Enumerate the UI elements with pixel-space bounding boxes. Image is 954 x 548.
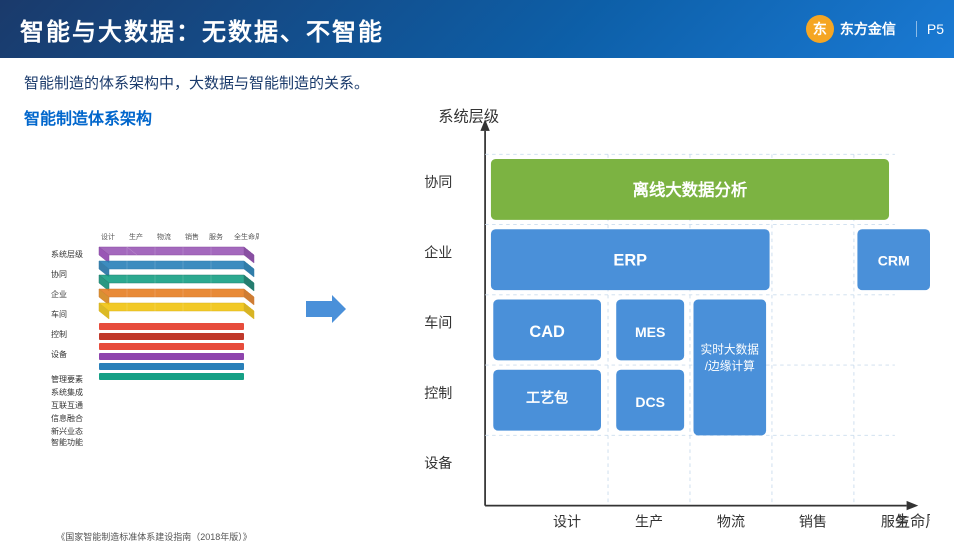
svg-text:服务: 服务 bbox=[881, 514, 909, 530]
svg-text:系统集成: 系统集成 bbox=[51, 387, 83, 397]
svg-text:设备: 设备 bbox=[424, 455, 452, 471]
svg-text:生产: 生产 bbox=[635, 514, 663, 530]
svg-text:离线大数据分析: 离线大数据分析 bbox=[633, 180, 748, 199]
svg-text:协同: 协同 bbox=[51, 269, 67, 279]
svg-text:销售: 销售 bbox=[799, 514, 827, 530]
logo-text: 东方金信 bbox=[840, 19, 896, 39]
svg-text:协同: 协同 bbox=[424, 174, 452, 190]
svg-text:企业: 企业 bbox=[424, 244, 452, 260]
svg-text:智能功能: 智能功能 bbox=[51, 437, 83, 447]
svg-text:工艺包: 工艺包 bbox=[526, 390, 568, 406]
main-body: 智能制造体系架构 系统层级 协同 企业 车间 控制 设备 管理要素 系统集成 互… bbox=[24, 105, 930, 543]
svg-text:物流: 物流 bbox=[157, 232, 171, 241]
svg-text:系统层级: 系统层级 bbox=[51, 249, 83, 259]
svg-text:企业: 企业 bbox=[51, 289, 67, 299]
page-title: 智能与大数据：无数据、不智能 bbox=[20, 12, 384, 47]
svg-text:设计: 设计 bbox=[101, 232, 115, 241]
svg-text:DCS: DCS bbox=[635, 394, 665, 410]
logo-icon: 东 bbox=[806, 15, 834, 43]
svg-text:系统层级: 系统层级 bbox=[438, 109, 499, 126]
svg-text:信息融合: 信息融合 bbox=[51, 413, 83, 423]
svg-text:设备: 设备 bbox=[51, 349, 67, 359]
arrow-icon bbox=[306, 289, 346, 329]
svg-text:ERP: ERP bbox=[613, 252, 647, 270]
svg-text:车间: 车间 bbox=[51, 309, 67, 319]
svg-text:全生命周期: 全生命周期 bbox=[234, 232, 259, 241]
svg-text:管理要素: 管理要素 bbox=[51, 374, 83, 384]
right-panel: 系统层级 生命周期 协同 企业 车间 控制 bbox=[368, 105, 930, 543]
page-number: P5 bbox=[916, 21, 944, 37]
svg-text:CAD: CAD bbox=[529, 323, 565, 341]
diagram-caption: 《国家智能制造标准体系建设指南（2018年版）》 bbox=[24, 530, 284, 543]
svg-text:车间: 车间 bbox=[424, 315, 452, 331]
svg-text:物流: 物流 bbox=[717, 514, 745, 530]
svg-text:新兴业态: 新兴业态 bbox=[51, 426, 83, 436]
svg-text:服务: 服务 bbox=[209, 232, 223, 241]
svg-text:/边缘计算: /边缘计算 bbox=[705, 359, 755, 373]
left-title: 智能制造体系架构 bbox=[24, 105, 284, 129]
isometric-diagram: 系统层级 协同 企业 车间 控制 设备 管理要素 系统集成 互联互通 信息融合 … bbox=[49, 217, 259, 447]
svg-text:互联互通: 互联互通 bbox=[51, 400, 83, 410]
diagram-container: 系统层级 协同 企业 车间 控制 设备 管理要素 系统集成 互联互通 信息融合 … bbox=[24, 137, 284, 526]
content-area: 智能制造的体系架构中，大数据与智能制造的关系。 智能制造体系架构 系统层级 协同… bbox=[0, 58, 954, 528]
svg-text:销售: 销售 bbox=[185, 232, 199, 241]
svg-text:MES: MES bbox=[635, 324, 665, 340]
svg-text:控制: 控制 bbox=[51, 329, 67, 339]
system-chart: 系统层级 生命周期 协同 企业 车间 控制 bbox=[368, 105, 930, 543]
subtitle: 智能制造的体系架构中，大数据与智能制造的关系。 bbox=[24, 72, 930, 93]
svg-text:生产: 生产 bbox=[129, 232, 143, 241]
svg-text:实时大数据: 实时大数据 bbox=[701, 342, 760, 356]
svg-text:控制: 控制 bbox=[424, 385, 452, 401]
svg-text:设计: 设计 bbox=[553, 514, 581, 530]
header-right: 东 东方金信 P5 bbox=[806, 15, 944, 43]
logo: 东 东方金信 bbox=[806, 15, 896, 43]
left-panel: 智能制造体系架构 系统层级 协同 企业 车间 控制 设备 管理要素 系统集成 互… bbox=[24, 105, 284, 543]
header: 智能与大数据：无数据、不智能 东 东方金信 P5 bbox=[0, 0, 954, 58]
svg-text:CRM: CRM bbox=[878, 253, 910, 269]
